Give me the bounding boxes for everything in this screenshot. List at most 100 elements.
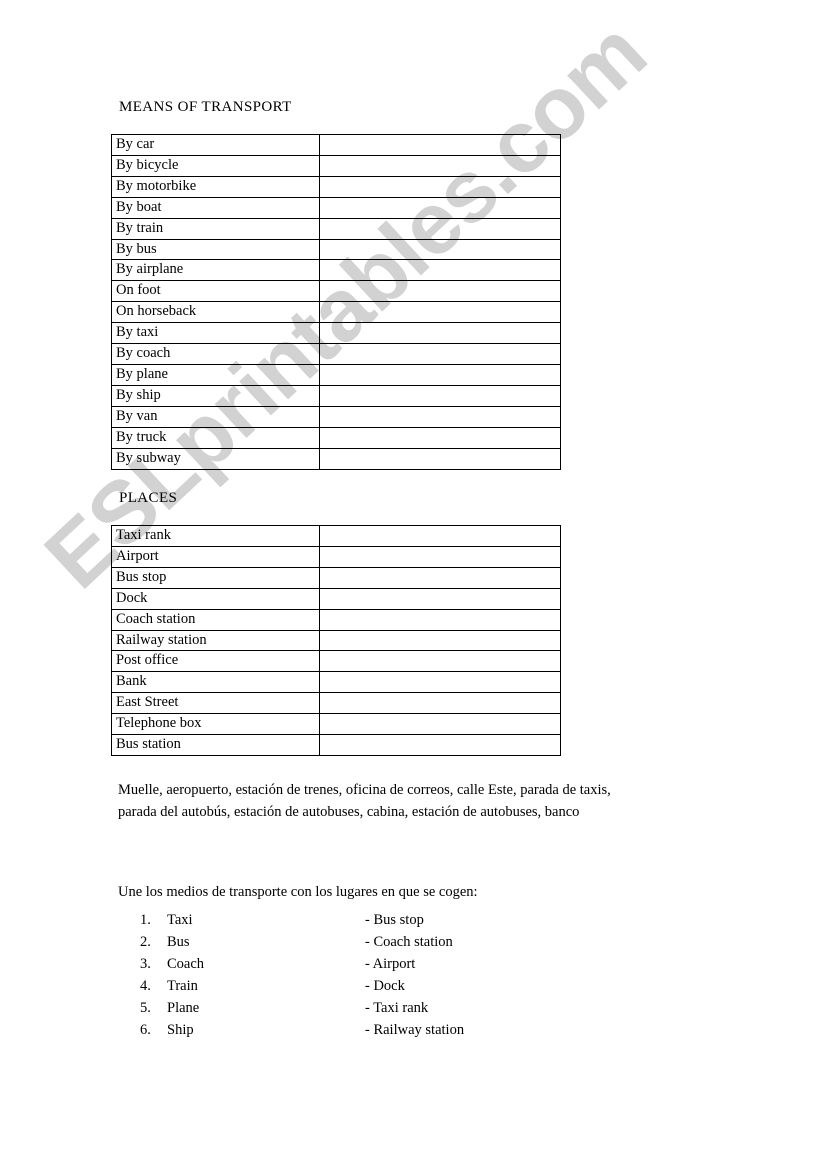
matching-place-label[interactable]: - Dock	[365, 975, 405, 997]
answer-blank-cell[interactable]	[319, 692, 561, 715]
answer-blank-cell[interactable]	[319, 175, 561, 198]
answer-blank-cell[interactable]	[319, 734, 561, 756]
worksheet-page: ESLprintables.com MEANS OF TRANSPORT By …	[0, 0, 821, 1169]
term-cell: Coach station	[111, 608, 320, 631]
answer-blank-cell[interactable]	[319, 259, 561, 282]
answer-blank-cell[interactable]	[319, 545, 561, 568]
term-cell: On horseback	[111, 301, 320, 324]
matching-transport-label[interactable]: Coach	[167, 953, 204, 975]
answer-blank-cell[interactable]	[319, 713, 561, 736]
term-cell: Post office	[111, 650, 320, 673]
table-row: By motorbike	[111, 175, 561, 198]
matching-place-label[interactable]: - Railway station	[365, 1019, 464, 1041]
table-row: Coach station	[111, 608, 561, 631]
answer-blank-cell[interactable]	[319, 426, 561, 449]
term-cell: Taxi rank	[111, 525, 320, 547]
table-row: By taxi	[111, 322, 561, 345]
matching-number: 4.	[140, 978, 151, 994]
transport-table-body: By car By bicycle By motorbike By boat By tr…	[111, 134, 561, 470]
table-row: By subway	[111, 447, 561, 470]
means-of-transport-table: By car By bicycle By motorbike By boat By tr…	[111, 134, 561, 470]
term-cell: Airport	[111, 545, 320, 568]
term-cell: By truck	[111, 426, 320, 449]
matching-place-label[interactable]: - Airport	[365, 953, 415, 975]
table-row: By coach	[111, 343, 561, 365]
matching-number: 3.	[140, 956, 151, 972]
term-cell: By coach	[111, 343, 320, 365]
answer-blank-cell[interactable]	[319, 525, 561, 547]
table-row: By boat	[111, 196, 561, 219]
answer-blank-cell[interactable]	[319, 650, 561, 673]
matching-place-label[interactable]: - Coach station	[365, 931, 453, 953]
term-cell: By boat	[111, 196, 320, 219]
answer-blank-cell[interactable]	[319, 587, 561, 610]
matching-instruction: Une los medios de transporte con los lug…	[118, 884, 478, 900]
table-row: By bus	[111, 238, 561, 261]
means-of-transport-title: MEANS OF TRANSPORT	[119, 99, 292, 115]
table-row: Bus stop	[111, 566, 561, 589]
matching-number: 2.	[140, 934, 151, 950]
matching-row: 4. Train - Dock	[0, 975, 821, 997]
term-cell: By motorbike	[111, 175, 320, 198]
table-row: By airplane	[111, 259, 561, 282]
term-cell: East Street	[111, 692, 320, 715]
term-cell: By plane	[111, 363, 320, 386]
places-title: PLACES	[119, 490, 178, 506]
answer-blank-cell[interactable]	[319, 405, 561, 428]
term-cell: By ship	[111, 384, 320, 407]
table-row: Dock	[111, 587, 561, 610]
answer-blank-cell[interactable]	[319, 280, 561, 303]
term-cell: By train	[111, 217, 320, 240]
answer-blank-cell[interactable]	[319, 301, 561, 324]
table-row: Post office	[111, 650, 561, 673]
table-row: Bank	[111, 671, 561, 694]
term-cell: By subway	[111, 447, 320, 470]
matching-row: 5. Plane - Taxi rank	[0, 997, 821, 1019]
answer-blank-cell[interactable]	[319, 343, 561, 365]
matching-row: 2. Bus - Coach station	[0, 931, 821, 953]
answer-blank-cell[interactable]	[319, 238, 561, 261]
answer-blank-cell[interactable]	[319, 447, 561, 470]
term-cell: Telephone box	[111, 713, 320, 736]
spanish-word-bank: Muelle, aeropuerto, estación de trenes, …	[118, 779, 718, 823]
table-row: On foot	[111, 280, 561, 303]
table-row: Railway station	[111, 629, 561, 652]
matching-transport-label[interactable]: Ship	[167, 1019, 194, 1041]
places-table: Taxi rank Airport Bus stop Dock Coach statio…	[111, 525, 561, 756]
answer-blank-cell[interactable]	[319, 608, 561, 631]
term-cell: By bus	[111, 238, 320, 261]
term-cell: By bicycle	[111, 154, 320, 177]
matching-number: 1.	[140, 912, 151, 928]
matching-transport-label[interactable]: Taxi	[167, 909, 193, 931]
term-cell: Dock	[111, 587, 320, 610]
matching-place-label[interactable]: - Bus stop	[365, 909, 424, 931]
table-row: By ship	[111, 384, 561, 407]
table-row: By plane	[111, 363, 561, 386]
term-cell: By taxi	[111, 322, 320, 345]
table-row: On horseback	[111, 301, 561, 324]
matching-place-label[interactable]: - Taxi rank	[365, 997, 428, 1019]
answer-blank-cell[interactable]	[319, 134, 561, 156]
table-row: Bus station	[111, 734, 561, 756]
term-cell: Bus station	[111, 734, 320, 756]
table-row: Telephone box	[111, 713, 561, 736]
table-row: By van	[111, 405, 561, 428]
table-row: By bicycle	[111, 154, 561, 177]
matching-transport-label[interactable]: Bus	[167, 931, 190, 953]
matching-transport-label[interactable]: Train	[167, 975, 198, 997]
term-cell: Bus stop	[111, 566, 320, 589]
answer-blank-cell[interactable]	[319, 196, 561, 219]
term-cell: On foot	[111, 280, 320, 303]
answer-blank-cell[interactable]	[319, 217, 561, 240]
term-cell: By van	[111, 405, 320, 428]
answer-blank-cell[interactable]	[319, 629, 561, 652]
answer-blank-cell[interactable]	[319, 363, 561, 386]
answer-blank-cell[interactable]	[319, 566, 561, 589]
answer-blank-cell[interactable]	[319, 322, 561, 345]
table-row: By truck	[111, 426, 561, 449]
matching-transport-label[interactable]: Plane	[167, 997, 199, 1019]
word-bank-line-1: Muelle, aeropuerto, estación de trenes, …	[118, 782, 611, 798]
answer-blank-cell[interactable]	[319, 384, 561, 407]
answer-blank-cell[interactable]	[319, 154, 561, 177]
answer-blank-cell[interactable]	[319, 671, 561, 694]
